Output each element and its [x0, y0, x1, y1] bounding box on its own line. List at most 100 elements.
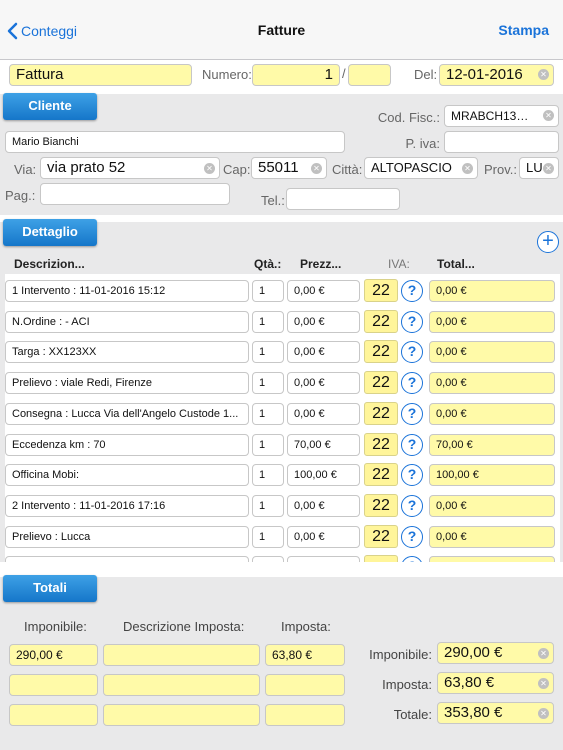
row-quantity-field[interactable]: 1 — [252, 464, 284, 487]
vat-help-button[interactable]: ? — [401, 341, 423, 364]
row-vat-field[interactable]: 22 — [364, 279, 398, 302]
clear-imponibile-icon[interactable]: ✕ — [538, 648, 549, 659]
row-total-field[interactable]: 0,00 € — [429, 310, 555, 333]
tab-dettaglio[interactable]: Dettaglio — [3, 219, 97, 246]
vat-help-button[interactable]: ? — [401, 525, 423, 548]
row-vat-field[interactable]: 22 — [364, 309, 398, 333]
row-description-field[interactable] — [5, 556, 249, 562]
table-row[interactable]: Officina Mobi: 1 100,00 €22? 100,00 € — [5, 463, 560, 488]
vat-help-button[interactable]: ? — [401, 372, 423, 395]
address-field[interactable]: via prato 52 — [40, 157, 220, 179]
row-description-field[interactable]: Officina Mobi: — [5, 464, 249, 487]
table-row[interactable]: Eccedenza km : 70 1 70,00 €22? 70,00 € — [5, 432, 560, 458]
tax-description-field[interactable] — [103, 704, 260, 726]
table-row[interactable]: N.Ordine : - ACI 1 0,00 €22? 0,00 € — [5, 309, 560, 335]
city-field[interactable]: ALTOPASCIO — [364, 157, 478, 179]
row-price-field[interactable]: 0,00 € — [287, 310, 360, 333]
row-quantity-field[interactable]: 1 — [252, 433, 284, 456]
row-description-field[interactable]: Targa : XX123XX — [5, 341, 249, 364]
row-description-field[interactable]: Prelievo : Lucca — [5, 525, 249, 548]
row-total-field[interactable] — [429, 556, 555, 562]
print-button[interactable]: Stampa — [498, 22, 549, 38]
row-quantity-field[interactable]: 1 — [252, 341, 284, 364]
table-row[interactable]: Consegna : Lucca Via dell'Angelo Custode… — [5, 401, 560, 427]
tab-cliente[interactable]: Cliente — [3, 93, 97, 120]
table-row[interactable]: Prelievo : Lucca 1 0,00 €22? 0,00 € — [5, 524, 560, 550]
tab-totali[interactable]: Totali — [3, 575, 97, 602]
cod-fisc-field[interactable]: MRABCH13… — [444, 105, 559, 127]
tax-imposta-field[interactable] — [265, 674, 345, 696]
table-row[interactable]: Prelievo : viale Redi, Firenze 1 0,00 €22?… — [5, 371, 560, 396]
row-price-field[interactable] — [287, 556, 360, 562]
row-total-field[interactable]: 0,00 € — [429, 341, 555, 364]
row-price-field[interactable]: 0,00 € — [287, 494, 360, 517]
row-vat-field[interactable]: 22 — [364, 463, 398, 487]
tax-imposta-field[interactable]: 63,80 € — [265, 644, 345, 666]
row-vat-field[interactable]: 22 — [364, 371, 398, 395]
clear-date-icon[interactable]: ✕ — [538, 69, 549, 80]
row-quantity-field[interactable] — [252, 556, 284, 562]
row-vat-field[interactable]: 22 — [364, 524, 398, 548]
add-row-button[interactable]: + — [537, 231, 559, 253]
vat-help-button[interactable]: ? — [401, 433, 423, 456]
vat-help-button[interactable]: ? — [401, 310, 423, 333]
back-button[interactable]: Conteggi — [6, 20, 77, 42]
vat-help-button[interactable]: ? — [401, 464, 423, 487]
vat-help-button[interactable]: ? — [401, 402, 423, 425]
invoice-number-suffix-field[interactable] — [348, 64, 391, 86]
row-quantity-field[interactable]: 1 — [252, 525, 284, 548]
row-price-field[interactable]: 70,00 € — [287, 433, 360, 456]
phone-field[interactable] — [286, 188, 400, 210]
payment-field[interactable] — [40, 183, 230, 205]
tax-description-field[interactable] — [103, 674, 260, 696]
row-quantity-field[interactable]: 1 — [252, 402, 284, 425]
clear-cap-icon[interactable]: ✕ — [311, 163, 322, 174]
vat-help-button[interactable]: ? — [401, 556, 423, 562]
piva-field[interactable] — [444, 131, 559, 153]
table-row[interactable]: 2 Intervento : 11-01-2016 17:16 1 0,00 €22… — [5, 493, 560, 519]
grand-total-field[interactable]: 353,80 € — [437, 702, 554, 724]
tax-imponibile-field[interactable]: 290,00 € — [9, 644, 98, 666]
client-name-field[interactable]: Mario Bianchi — [5, 131, 345, 153]
row-description-field[interactable]: Consegna : Lucca Via dell'Angelo Custode… — [5, 402, 249, 425]
row-vat-field[interactable]: 22 — [364, 432, 398, 456]
row-vat-field[interactable]: 22 — [364, 493, 398, 517]
row-total-field[interactable]: 0,00 € — [429, 525, 555, 548]
row-description-field[interactable]: Prelievo : viale Redi, Firenze — [5, 372, 249, 395]
row-vat-field[interactable] — [364, 555, 398, 562]
tax-description-field[interactable] — [103, 644, 260, 666]
row-total-field[interactable]: 100,00 € — [429, 464, 555, 487]
row-quantity-field[interactable]: 1 — [252, 372, 284, 395]
invoice-date-field[interactable]: 12-01-2016 — [439, 64, 554, 86]
row-description-field[interactable]: N.Ordine : - ACI — [5, 310, 249, 333]
imposta-total-field[interactable]: 63,80 € — [437, 672, 554, 694]
row-vat-field[interactable]: 22 — [364, 401, 398, 425]
row-total-field[interactable]: 70,00 € — [429, 433, 555, 456]
row-description-field[interactable]: 1 Intervento : 11-01-2016 15:12 — [5, 280, 249, 302]
vat-help-button[interactable]: ? — [401, 280, 423, 302]
row-total-field[interactable]: 0,00 € — [429, 402, 555, 425]
clear-imposta-icon[interactable]: ✕ — [538, 678, 549, 689]
row-price-field[interactable]: 0,00 € — [287, 525, 360, 548]
row-price-field[interactable]: 0,00 € — [287, 402, 360, 425]
row-description-field[interactable]: Eccedenza km : 70 — [5, 433, 249, 456]
clear-province-icon[interactable]: ✕ — [543, 163, 554, 174]
imponibile-total-field[interactable]: 290,00 € — [437, 642, 554, 664]
row-quantity-field[interactable]: 1 — [252, 280, 284, 302]
table-row[interactable]: Targa : XX123XX 1 0,00 €22? 0,00 € — [5, 340, 560, 365]
document-type-field[interactable]: Fattura — [9, 64, 192, 86]
table-row[interactable]: 1 Intervento : 11-01-2016 15:12 1 0,00 €22… — [5, 279, 560, 304]
tax-imposta-field[interactable] — [265, 704, 345, 726]
row-total-field[interactable]: 0,00 € — [429, 372, 555, 395]
clear-total-icon[interactable]: ✕ — [538, 708, 549, 719]
row-total-field[interactable]: 0,00 € — [429, 280, 555, 302]
clear-address-icon[interactable]: ✕ — [204, 163, 215, 174]
row-total-field[interactable]: 0,00 € — [429, 494, 555, 517]
table-row[interactable]: ? — [5, 555, 560, 562]
vat-help-button[interactable]: ? — [401, 494, 423, 517]
row-price-field[interactable]: 100,00 € — [287, 464, 360, 487]
row-price-field[interactable]: 0,00 € — [287, 280, 360, 302]
row-description-field[interactable]: 2 Intervento : 11-01-2016 17:16 — [5, 494, 249, 517]
clear-cod-fisc-icon[interactable]: ✕ — [543, 110, 554, 121]
row-price-field[interactable]: 0,00 € — [287, 372, 360, 395]
